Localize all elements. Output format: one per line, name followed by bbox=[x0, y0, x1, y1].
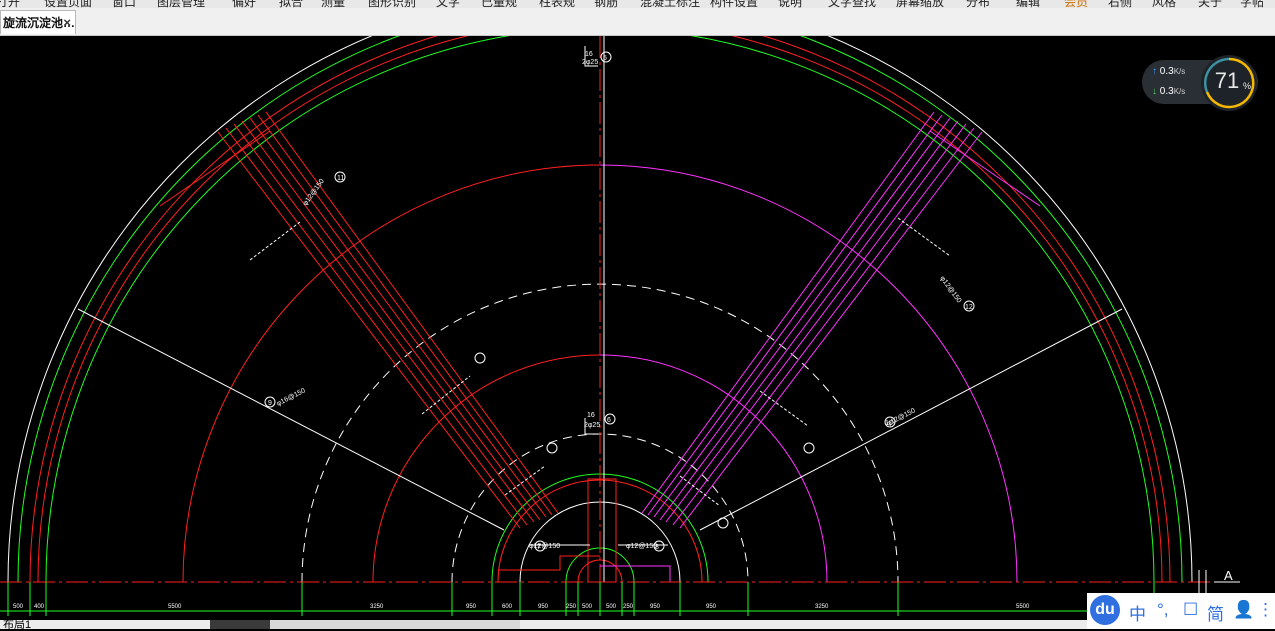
baidu-ime-logo[interactable]: du bbox=[1090, 595, 1120, 625]
red-arc bbox=[372, 354, 601, 583]
menu-item[interactable]: 测量 bbox=[321, 0, 345, 8]
arrow-down-icon: ↓ bbox=[1152, 86, 1157, 97]
document-tab-bar: 旋流沉淀池… × bbox=[0, 8, 1275, 36]
grid-icon[interactable]: ⋮⋮ bbox=[1257, 600, 1275, 620]
callout-number: 7 bbox=[537, 544, 541, 551]
dimension-label: 600 bbox=[502, 604, 513, 610]
document-tab[interactable]: 旋流沉淀池… × bbox=[0, 10, 76, 34]
upload-speed: ↑ 0.3K/s bbox=[1152, 66, 1186, 77]
callout-label: φ12@150 bbox=[626, 543, 657, 550]
stair-outline bbox=[498, 555, 600, 571]
callout-label: φ12@150 bbox=[938, 275, 962, 304]
dimension-label: 950 bbox=[650, 604, 661, 610]
menu-bar: 打开 设置页面 窗口 图层管理 偏好 拟合 测量 图形识别 文字 已量规 柱表规… bbox=[0, 0, 1275, 8]
dimension-label: 950 bbox=[706, 604, 717, 610]
menu-item[interactable]: 文字 bbox=[436, 0, 460, 8]
menu-item[interactable]: 关于 bbox=[1198, 0, 1222, 8]
status-segment bbox=[270, 620, 520, 629]
dimension-label: 500 bbox=[606, 604, 617, 610]
section-line bbox=[77, 308, 505, 531]
callout-number: 5 bbox=[603, 55, 607, 62]
callout-circle bbox=[546, 442, 558, 454]
dimension-label: 5500 bbox=[168, 604, 182, 610]
chinese-mode-icon[interactable]: 中 bbox=[1129, 600, 1146, 625]
dimension-line bbox=[249, 221, 301, 261]
status-bar: 布局1 bbox=[0, 620, 1275, 631]
callout-number: 10 bbox=[885, 420, 893, 427]
dimension-label: 400 bbox=[34, 604, 45, 610]
menu-item[interactable]: 字帖 bbox=[1240, 0, 1264, 8]
menu-item[interactable]: 拟合 bbox=[279, 0, 303, 8]
memory-gauge[interactable]: 71 % bbox=[1201, 55, 1257, 111]
menu-item[interactable]: 图层管理 bbox=[157, 0, 205, 8]
dimension-label: 5500 bbox=[1016, 604, 1030, 610]
dimension-label: 500 bbox=[13, 604, 24, 610]
punctuation-icon[interactable]: °, bbox=[1157, 600, 1169, 620]
dimension-line bbox=[759, 390, 809, 427]
callout-number: 6 bbox=[607, 417, 611, 424]
dimension-label: 950 bbox=[538, 604, 549, 610]
callout-circle bbox=[803, 442, 815, 454]
menu-item[interactable]: 会员 bbox=[1064, 0, 1088, 8]
callout-label: φ12@150 bbox=[529, 543, 560, 550]
simplified-icon[interactable]: 简 bbox=[1207, 600, 1224, 625]
download-speed: ↓ 0.3K/s bbox=[1152, 86, 1186, 97]
menu-item[interactable]: 图形识别 bbox=[368, 0, 416, 8]
menu-item[interactable]: 设置页面 bbox=[44, 0, 92, 8]
arrow-up-icon: ↑ bbox=[1152, 66, 1157, 77]
dimension-label: 250 bbox=[566, 604, 577, 610]
menu-item[interactable]: 编辑 bbox=[1016, 0, 1040, 8]
callout-number: 11 bbox=[337, 175, 344, 182]
menu-item[interactable]: 构件设置 bbox=[710, 0, 758, 8]
menu-item[interactable]: 偏好 bbox=[232, 0, 256, 8]
status-segment bbox=[210, 620, 270, 629]
gauge-unit: % bbox=[1243, 81, 1252, 91]
user-icon[interactable]: 👤 bbox=[1233, 600, 1254, 620]
ime-toolbar[interactable]: du 中 °, ☐ 简 👤 ⋮⋮ bbox=[1087, 593, 1275, 629]
magenta-arc bbox=[599, 164, 1018, 583]
menu-item[interactable]: 柱表规 bbox=[539, 0, 575, 8]
callout-label: φ16@150 bbox=[276, 387, 307, 407]
rebar-fan-left bbox=[159, 111, 559, 529]
callout-circle bbox=[717, 517, 729, 529]
stair-outline bbox=[600, 565, 671, 582]
menu-item[interactable]: 风格 bbox=[1152, 0, 1176, 8]
tag-top: 16 bbox=[587, 412, 595, 419]
menu-item[interactable]: 混凝土标注 bbox=[640, 0, 700, 8]
keyboard-icon[interactable]: ☐ bbox=[1183, 600, 1198, 620]
menu-item[interactable]: 已量规 bbox=[481, 0, 517, 8]
menu-item[interactable]: 分布 bbox=[966, 0, 990, 8]
menu-item[interactable]: 说明 bbox=[778, 0, 802, 8]
dimension-label: 500 bbox=[582, 604, 593, 610]
layout-tab[interactable]: 布局1 bbox=[3, 620, 31, 631]
callout-number: 12 bbox=[965, 304, 973, 311]
dimension-label: 950 bbox=[466, 604, 477, 610]
menu-item[interactable]: 文字查找 bbox=[828, 0, 876, 8]
callout-number: 8 bbox=[655, 544, 659, 551]
menu-item[interactable]: 钢筋 bbox=[594, 0, 618, 8]
tag-bottom: 2φ25 bbox=[582, 59, 598, 66]
dimension-line bbox=[897, 217, 951, 257]
close-icon[interactable]: × bbox=[63, 11, 71, 34]
callout-circle bbox=[474, 352, 486, 364]
dimension-label: 3250 bbox=[370, 604, 384, 610]
dimension-label: 250 bbox=[623, 604, 634, 610]
red-arc bbox=[182, 164, 601, 583]
rebar-fan-right bbox=[641, 111, 1041, 529]
menu-item[interactable]: 打开 bbox=[0, 0, 20, 8]
tag-top: 16 bbox=[585, 51, 593, 58]
cad-drawing-canvas[interactable]: 16 2φ25 5 16 2φ25 6 φ12@150 7 φ12@150 8 … bbox=[0, 36, 1275, 620]
callout-number: 9 bbox=[268, 400, 272, 407]
menu-item[interactable]: 屏幕缩放 bbox=[896, 0, 944, 8]
menu-item[interactable]: 窗口 bbox=[112, 0, 136, 8]
axis-label: A bbox=[1224, 568, 1233, 583]
menu-item[interactable]: 右侧 bbox=[1108, 0, 1132, 8]
dimension-label: 3250 bbox=[815, 604, 829, 610]
tag-bottom: 2φ25 bbox=[584, 422, 600, 429]
pipe-outline bbox=[587, 478, 617, 583]
